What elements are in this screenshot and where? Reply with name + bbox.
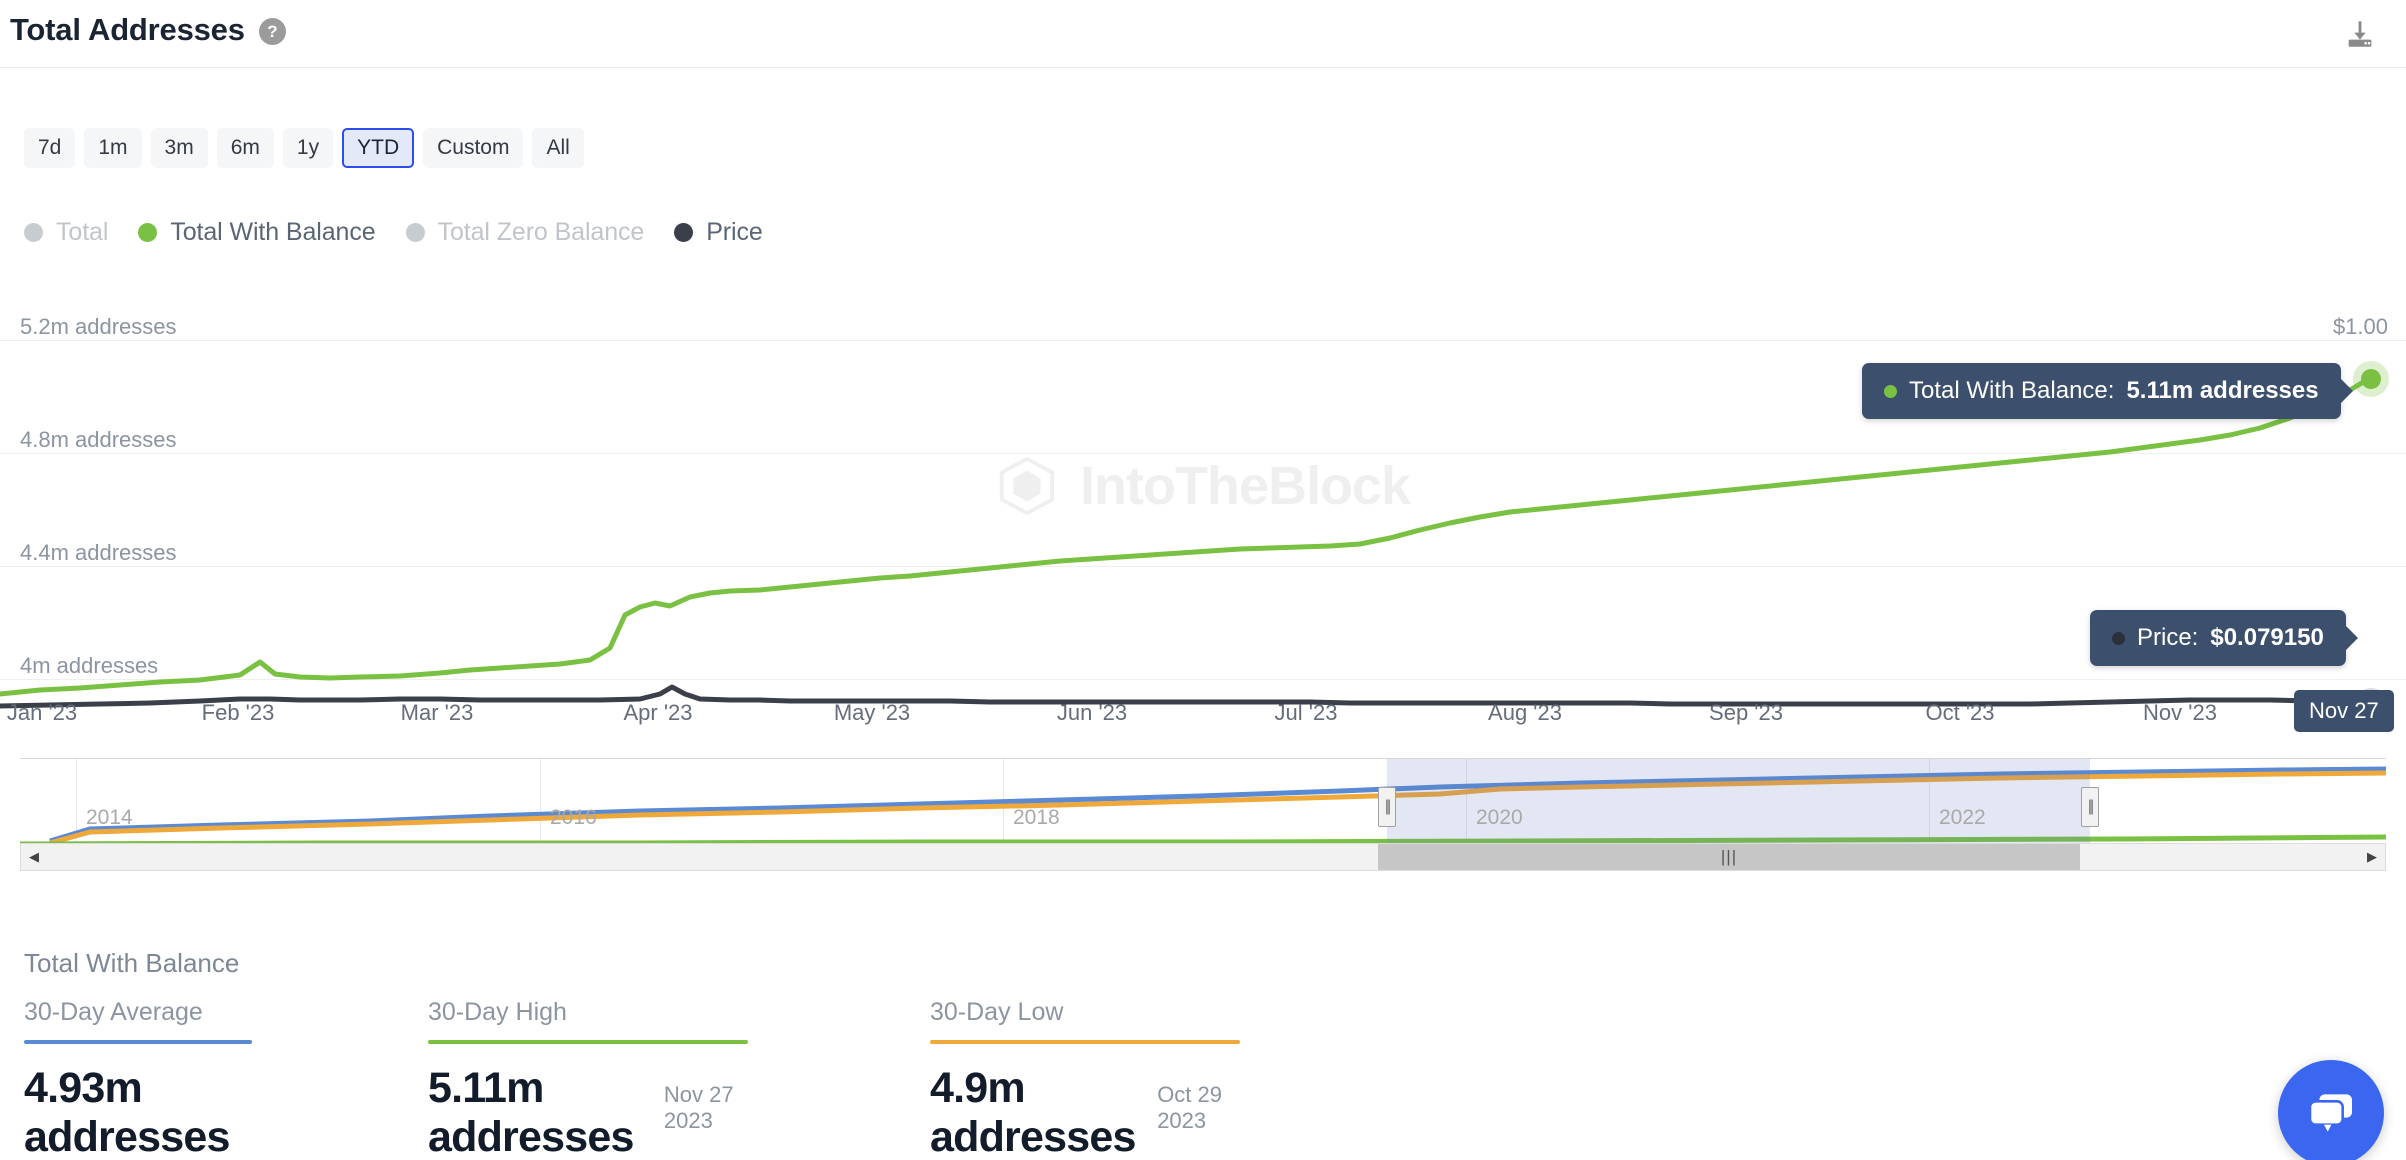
legend-item-price[interactable]: Price (674, 218, 762, 247)
chevron-right-icon[interactable]: ▶ (2359, 844, 2385, 870)
price-tooltip: Price: $0.079150 (2090, 610, 2346, 666)
stat-date: Nov 27 2023 (664, 1082, 748, 1134)
stat-color-rule (428, 1040, 748, 1044)
legend-dot-icon (674, 223, 693, 242)
series-point-marker (2361, 369, 2381, 389)
range-button-1y[interactable]: 1y (283, 128, 333, 168)
navigator-scrollbar[interactable]: ◀ ||| ▶ (20, 843, 2386, 871)
legend-dot-icon (24, 223, 43, 242)
tooltip-dot-icon (2112, 632, 2125, 645)
x-axis: Jan '23 Feb '23 Mar '23 Apr '23 May '23 … (0, 700, 2406, 740)
tooltip-label: Price: (2137, 624, 2198, 652)
range-button-7d[interactable]: 7d (24, 128, 75, 168)
x-axis-tick-label: Mar '23 (401, 700, 474, 726)
legend-dot-icon (406, 223, 425, 242)
x-axis-tick-label: Oct '23 (1925, 700, 1994, 726)
chart-series-svg (0, 290, 2406, 710)
stat-label: 30-Day Low (930, 998, 1240, 1027)
x-axis-tick-label: Jun '23 (1057, 700, 1127, 726)
x-axis-tick-label: May '23 (834, 700, 910, 726)
crosshair-date-badge: Nov 27 (2294, 690, 2394, 732)
x-axis-tick-label: Jul '23 (1275, 700, 1338, 726)
download-icon[interactable] (2338, 12, 2382, 56)
navigator-year-label: 2014 (86, 806, 133, 830)
scrollbar-track[interactable]: ||| (47, 844, 2359, 870)
stat-value: 5.11m addresses (428, 1064, 652, 1160)
question-mark-icon[interactable]: ? (259, 18, 286, 45)
chat-bubble-icon[interactable] (2278, 1060, 2384, 1160)
stat-card-30-day-high: 30-Day High 5.11m addresses Nov 27 2023 (428, 998, 748, 1160)
x-axis-tick-label: Nov '23 (2143, 700, 2217, 726)
legend-label: Price (706, 218, 762, 247)
x-axis-tick-label: Feb '23 (202, 700, 275, 726)
chart-plot-area[interactable]: 5.2m addresses 4.8m addresses 4.4m addre… (0, 290, 2406, 710)
stat-value: 4.9m addresses (930, 1064, 1145, 1160)
range-button-1m[interactable]: 1m (84, 128, 141, 168)
stat-color-rule (930, 1040, 1240, 1044)
range-button-custom[interactable]: Custom (423, 128, 523, 168)
navigator-selection[interactable] (1387, 759, 2090, 844)
stat-label: 30-Day High (428, 998, 748, 1027)
chart-header: Total Addresses ? (0, 0, 2406, 68)
tooltip-arrow-icon (2344, 624, 2358, 652)
range-button-all[interactable]: All (532, 128, 583, 168)
stat-label: 30-Day Average (24, 998, 252, 1027)
legend-label: Total (56, 218, 108, 247)
legend-dot-icon (138, 223, 157, 242)
chevron-left-icon[interactable]: ◀ (21, 844, 47, 870)
range-button-3m[interactable]: 3m (151, 128, 208, 168)
stat-card-30-day-average: 30-Day Average 4.93m addresses (24, 998, 252, 1160)
legend-item-total-with-balance[interactable]: Total With Balance (138, 218, 375, 247)
navigator-year-label: 2018 (1013, 806, 1060, 830)
x-axis-tick-label: Apr '23 (623, 700, 692, 726)
stat-card-30-day-low: 30-Day Low 4.9m addresses Oct 29 2023 (930, 998, 1240, 1160)
page-title: Total Addresses (10, 12, 245, 48)
navigator-year-label: 2016 (550, 806, 597, 830)
navigator-year-label: 2022 (1939, 806, 1986, 830)
stats-section-title: Total With Balance (24, 948, 239, 979)
x-axis-tick-label: Sep '23 (1709, 700, 1783, 726)
legend-item-total[interactable]: Total (24, 218, 108, 247)
navigator-handle-right[interactable]: || (2081, 787, 2099, 827)
range-selector: 7d 1m 3m 6m 1y YTD Custom All (24, 128, 584, 168)
x-axis-tick-label: Aug '23 (1488, 700, 1562, 726)
range-button-ytd[interactable]: YTD (342, 128, 414, 168)
x-axis-tick-label: Jan '23 (7, 700, 77, 726)
chart-legend: Total Total With Balance Total Zero Bala… (24, 218, 763, 247)
tooltip-label: Total With Balance: (1909, 377, 2114, 405)
stat-date: Oct 29 2023 (1157, 1082, 1240, 1134)
tooltip-arrow-icon (2339, 377, 2353, 405)
scrollbar-thumb[interactable]: ||| (1378, 844, 2080, 870)
navigator-handle-glyph: || (2088, 799, 2092, 815)
tooltip-dot-icon (1884, 385, 1897, 398)
navigator-handle-left[interactable]: || (1378, 787, 1396, 827)
stat-value: 4.93m addresses (24, 1064, 240, 1160)
tooltip-value: 5.11m addresses (2126, 377, 2318, 405)
navigator-year-label: 2020 (1476, 806, 1523, 830)
navigator-handle-glyph: || (1385, 799, 1389, 815)
scrollbar-thumb-glyph: ||| (1721, 847, 1737, 867)
legend-label: Total With Balance (170, 218, 375, 247)
legend-item-total-zero-balance[interactable]: Total Zero Balance (406, 218, 645, 247)
range-navigator[interactable]: || || 2014 2016 2018 2020 2022 (20, 758, 2386, 843)
legend-label: Total Zero Balance (438, 218, 645, 247)
tooltip-value: $0.079150 (2210, 624, 2323, 652)
series-tooltip: Total With Balance: 5.11m addresses (1862, 363, 2341, 419)
stat-color-rule (24, 1040, 252, 1044)
range-button-6m[interactable]: 6m (217, 128, 274, 168)
